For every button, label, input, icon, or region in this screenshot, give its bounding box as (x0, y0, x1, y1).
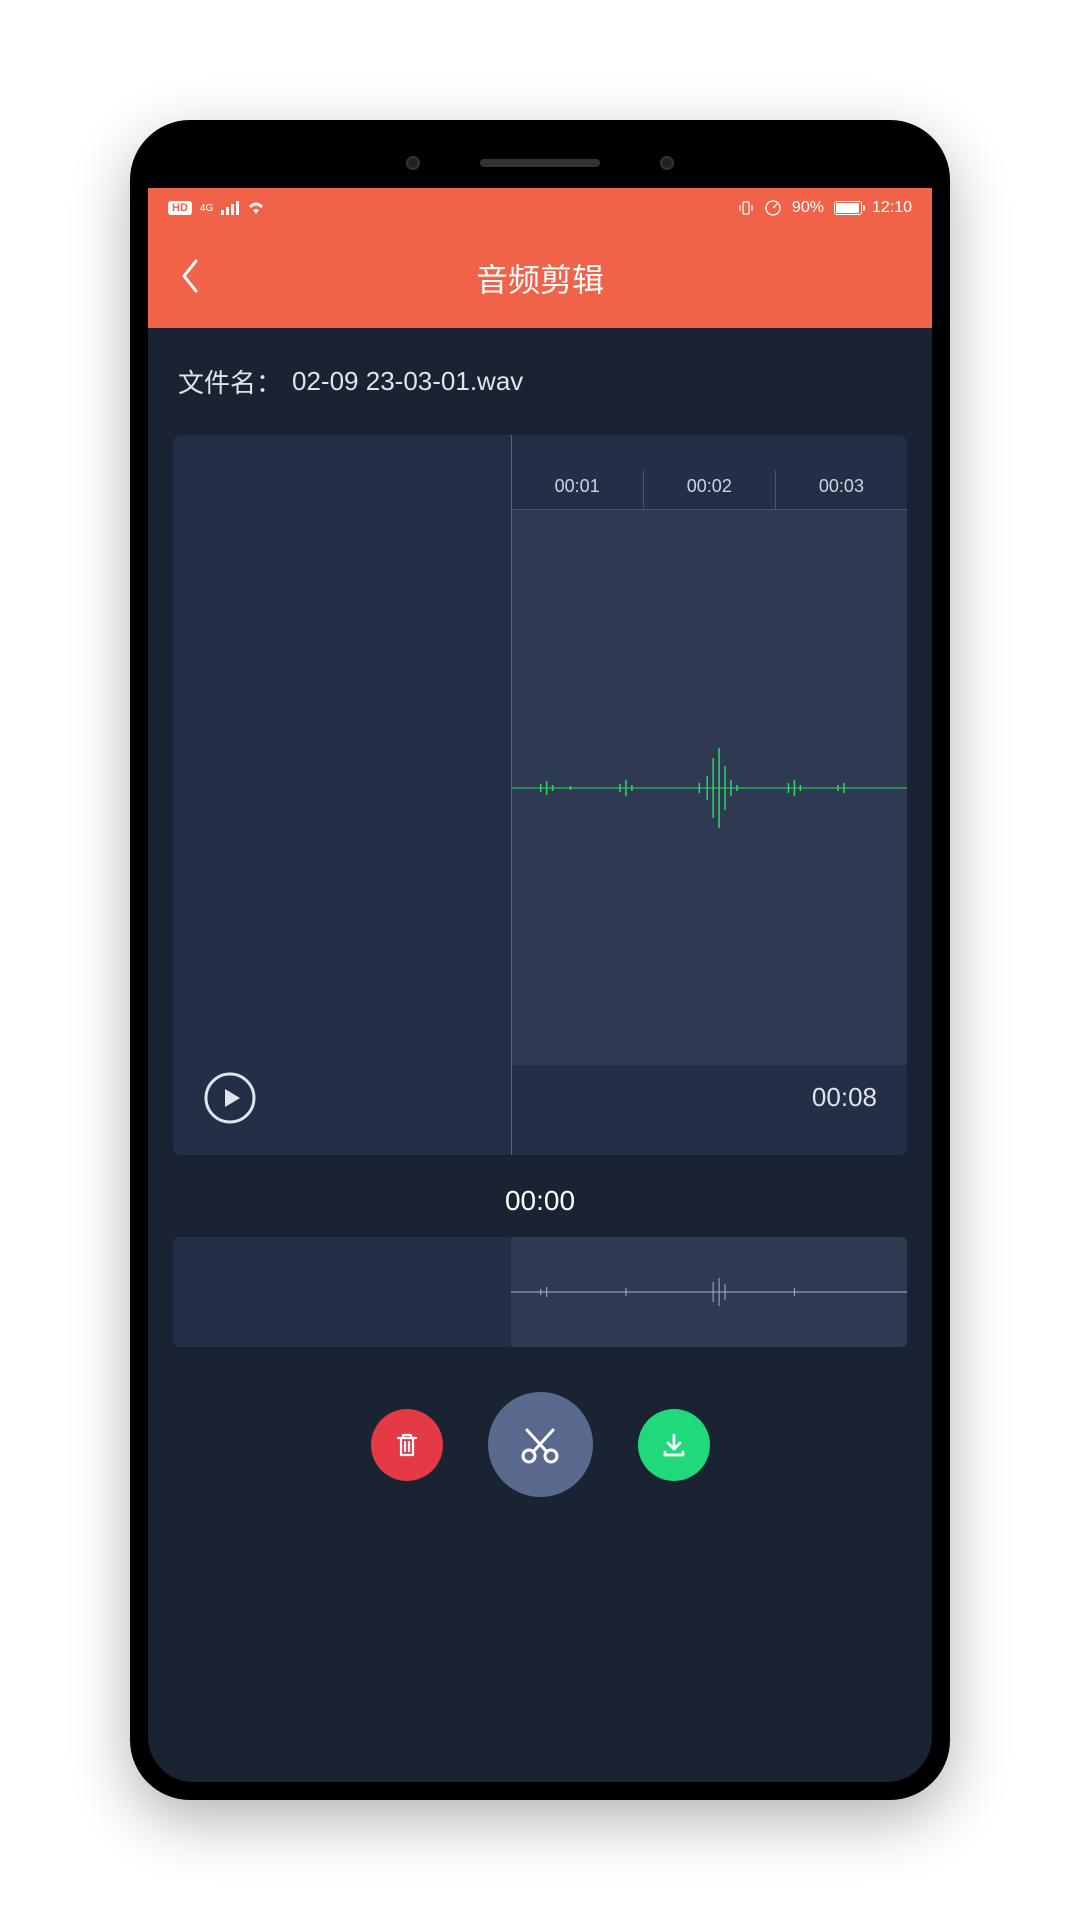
download-icon (657, 1428, 691, 1462)
filename-label: 文件名： (178, 363, 282, 400)
delete-button[interactable] (371, 1409, 443, 1481)
tick-label: 00:02 (687, 476, 732, 497)
timeline-tick: 00:03 (775, 470, 907, 509)
play-button[interactable] (203, 1071, 257, 1125)
status-left: HD 4G (168, 201, 265, 215)
content-area: 文件名： 02-09 23-03-01.wav 00:01 00:02 00:0… (148, 328, 932, 1782)
wifi-icon (247, 201, 265, 215)
status-right: 90% 12:10 (738, 199, 912, 217)
action-toolbar (173, 1392, 907, 1497)
chevron-left-icon (178, 257, 200, 295)
waveform-editor[interactable]: 00:01 00:02 00:03 (173, 435, 907, 1155)
save-button[interactable] (638, 1409, 710, 1481)
timeline-ruler: 00:01 00:02 00:03 (511, 470, 907, 510)
back-button[interactable] (178, 257, 200, 300)
tick-label: 00:03 (819, 476, 864, 497)
page-title: 音频剪辑 (178, 255, 902, 301)
status-time: 12:10 (872, 199, 912, 217)
playhead-marker[interactable] (511, 435, 512, 1155)
duration-label: 00:08 (812, 1082, 877, 1113)
network-label: 4G (200, 203, 213, 214)
tick-label: 00:01 (555, 476, 600, 497)
speed-icon (764, 199, 782, 217)
phone-frame: HD 4G 90% 12:10 (130, 120, 950, 1800)
signal-icon (221, 201, 239, 215)
camera-icon (660, 156, 674, 170)
hd-badge: HD (168, 201, 192, 215)
vibrate-icon (738, 200, 754, 216)
phone-screen: HD 4G 90% 12:10 (148, 138, 932, 1782)
cut-button[interactable] (488, 1392, 593, 1497)
mini-waveform[interactable] (173, 1237, 907, 1347)
filename-value: 02-09 23-03-01.wav (292, 366, 523, 397)
speaker-icon (480, 159, 600, 167)
status-bar: HD 4G 90% 12:10 (148, 188, 932, 228)
scissors-icon (513, 1418, 567, 1472)
waveform-display[interactable] (511, 510, 907, 1065)
battery-percent: 90% (792, 199, 824, 217)
app-header: 音频剪辑 (148, 228, 932, 328)
notch (148, 138, 932, 188)
current-time: 00:00 (173, 1185, 907, 1217)
camera-icon (406, 156, 420, 170)
mini-waveform-svg (511, 1272, 907, 1312)
trash-icon (390, 1428, 424, 1462)
play-icon (203, 1071, 257, 1125)
waveform-svg (511, 738, 907, 838)
timeline-tick: 00:01 (511, 470, 643, 509)
timeline-tick: 00:02 (643, 470, 775, 509)
filename-row: 文件名： 02-09 23-03-01.wav (173, 353, 907, 410)
mini-wave-region (511, 1237, 907, 1347)
battery-icon (834, 201, 862, 215)
